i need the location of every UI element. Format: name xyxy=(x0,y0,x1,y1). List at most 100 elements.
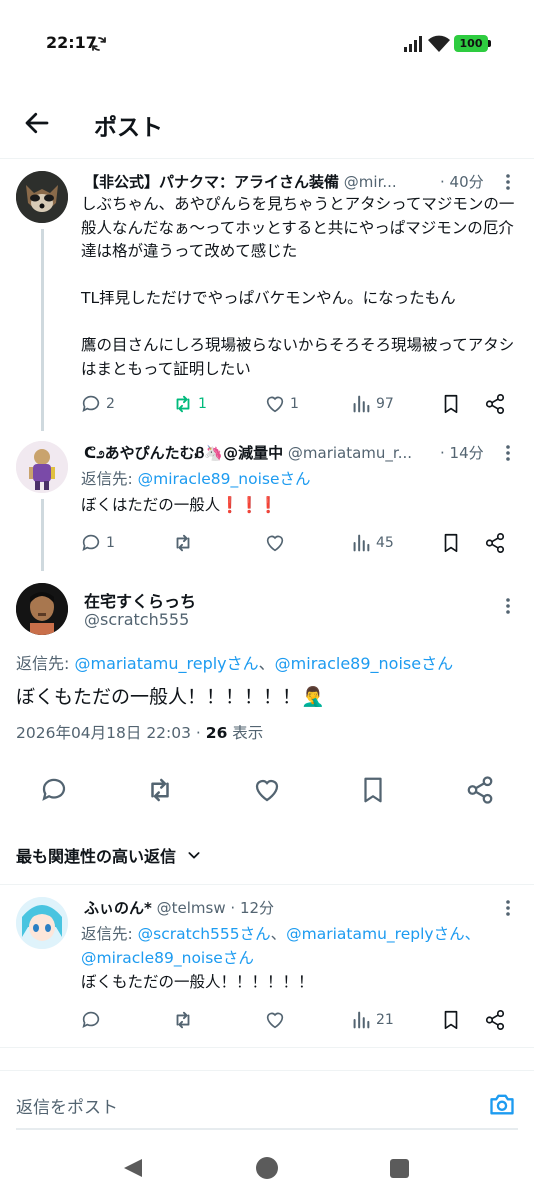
like-button[interactable] xyxy=(264,532,286,554)
reply-icon xyxy=(82,395,100,412)
retweet-icon xyxy=(176,534,190,552)
header: ポスト xyxy=(0,98,534,156)
post-date: 2026年04月18日 22:03 · xyxy=(16,724,206,742)
share-icon[interactable] xyxy=(484,1009,506,1031)
reply-to-link[interactable]: @mariatamu_replyさん、 xyxy=(286,925,480,943)
chevron-down-icon xyxy=(188,852,200,859)
reply-to-link[interactable]: @scratch555さん xyxy=(138,925,271,943)
avatar[interactable] xyxy=(16,897,68,949)
reply-to-link[interactable]: @miracle89_noiseさん xyxy=(138,470,311,488)
handle[interactable]: @scratch555 xyxy=(84,610,189,629)
display-name: ふぃのん* xyxy=(84,899,152,917)
sort-label: 最も関連性の高い返信 xyxy=(16,847,177,866)
views-count: 97 xyxy=(376,396,394,412)
avatar[interactable] xyxy=(16,441,68,493)
tweet-text: しぶちゃん、あやぴんらを見ちゃうとアタシってマジモンの一般人なんだなぁ〜ってホッ… xyxy=(81,195,515,378)
post-meta: 2026年04月18日 22:03 · 26 表示 xyxy=(16,721,263,743)
reply-to: 返信先: @scratch555さん、@mariatamu_replyさん、 @m… xyxy=(81,922,511,970)
bookmark-icon[interactable] xyxy=(440,393,462,415)
post-time: · 12分 xyxy=(230,899,275,917)
handle: @mir... xyxy=(343,173,397,191)
heart-icon[interactable] xyxy=(252,775,282,805)
more-options-icon[interactable] xyxy=(505,444,511,462)
retweet-button[interactable] xyxy=(172,1009,194,1031)
avatar[interactable] xyxy=(16,583,68,635)
bookmark-icon[interactable] xyxy=(358,775,388,805)
more-options-icon[interactable] xyxy=(505,597,511,615)
tweet-text: ぼくもただの一般人！！！！！！🤦‍♂️ xyxy=(16,686,325,708)
post-time: · 40分 xyxy=(440,173,484,191)
reply-to: 返信先: @miracle89_noiseさん xyxy=(81,467,311,489)
views-icon xyxy=(353,395,370,413)
reply-icon xyxy=(82,534,100,551)
display-name: ᕦ೨あやぴんたむᏰ🦄@減量中 xyxy=(84,444,284,462)
view-label: 表示 xyxy=(227,724,264,742)
views-button[interactable]: 21 xyxy=(350,1009,394,1031)
reply-button[interactable] xyxy=(80,1009,102,1031)
reply-compose-input[interactable]: 返信をポスト xyxy=(16,1093,118,1118)
divider xyxy=(0,1047,534,1048)
raccoon-avatar-icon xyxy=(16,171,68,223)
bookmark-icon[interactable] xyxy=(440,532,462,554)
back-arrow-icon[interactable] xyxy=(22,108,52,138)
reply-to-link[interactable]: @mariatamu_replyさん xyxy=(74,654,258,673)
nav-recents-icon[interactable] xyxy=(390,1159,409,1178)
views-count: 45 xyxy=(376,535,394,551)
reply-to-prefix: 返信先: xyxy=(81,470,138,488)
divider xyxy=(0,884,534,885)
post-author[interactable]: ᕦ೨あやぴんたむᏰ🦄@減量中 @mariatamu_r... xyxy=(84,442,436,463)
views-icon xyxy=(353,1011,370,1029)
share-icon[interactable] xyxy=(484,532,506,554)
display-name: 【非公式】パナクマ：アライさん装備 xyxy=(84,173,340,191)
reply-sort-dropdown[interactable]: 最も関連性の高い返信 xyxy=(16,843,202,867)
bookmark-icon[interactable] xyxy=(440,1009,462,1031)
post-author[interactable]: 【非公式】パナクマ：アライさん装備 @mir... xyxy=(84,171,444,192)
reply-to-prefix: 返信先: xyxy=(16,654,75,673)
reply-icon[interactable] xyxy=(39,775,69,805)
reply-to-link[interactable]: @miracle89_noiseさん xyxy=(81,949,254,967)
display-name[interactable]: 在宅すくらっち xyxy=(84,588,196,612)
signal-icon xyxy=(404,36,422,52)
post-author[interactable]: ふぃのん* @telmsw · 12分 xyxy=(84,897,504,918)
nav-back-icon[interactable] xyxy=(122,1157,144,1179)
views-button[interactable]: 97 xyxy=(350,393,394,415)
reply-count: 2 xyxy=(106,396,115,412)
reply-to-link[interactable]: @miracle89_noiseさん xyxy=(275,654,453,673)
heart-icon xyxy=(266,1012,284,1029)
like-button[interactable] xyxy=(264,1009,286,1031)
retweet-icon[interactable] xyxy=(145,775,175,805)
reply-separator: 、 xyxy=(270,925,287,943)
views-icon xyxy=(353,534,370,552)
like-button[interactable]: 1 xyxy=(264,393,299,415)
battery-indicator: 100 xyxy=(454,35,488,52)
wifi-icon xyxy=(428,35,450,52)
divider xyxy=(0,1070,534,1071)
tweet-text: ぼくもただの一般人！！！！！！ xyxy=(81,973,314,991)
views-button[interactable]: 45 xyxy=(350,532,394,554)
thread-line xyxy=(41,499,44,571)
thread-line xyxy=(41,229,44,431)
avatar[interactable] xyxy=(16,171,68,223)
reply-button[interactable]: 2 xyxy=(80,393,115,415)
camera-icon[interactable] xyxy=(488,1090,516,1118)
share-icon[interactable] xyxy=(484,393,506,415)
retweet-icon xyxy=(176,395,190,413)
views-count: 21 xyxy=(376,1012,394,1028)
person-avatar-icon xyxy=(16,583,68,635)
more-options-icon[interactable] xyxy=(505,173,511,191)
battery-level: 100 xyxy=(459,37,483,50)
reply-icon xyxy=(82,1011,100,1028)
tweet-text: ぼくはただの一般人❗❗❗ xyxy=(81,496,279,514)
handle: @mariatamu_r... xyxy=(287,444,413,462)
retweet-button[interactable]: 1 xyxy=(172,393,207,415)
reply-count: 1 xyxy=(106,535,115,551)
battery-tip xyxy=(488,40,491,47)
header-divider xyxy=(0,158,534,159)
more-options-icon[interactable] xyxy=(505,899,511,917)
view-count[interactable]: 26 xyxy=(206,724,228,742)
retweet-button[interactable] xyxy=(172,532,194,554)
nav-home-icon[interactable] xyxy=(256,1157,278,1179)
reply-button[interactable]: 1 xyxy=(80,532,115,554)
page-title: ポスト xyxy=(94,115,163,141)
share-icon[interactable] xyxy=(465,775,495,805)
